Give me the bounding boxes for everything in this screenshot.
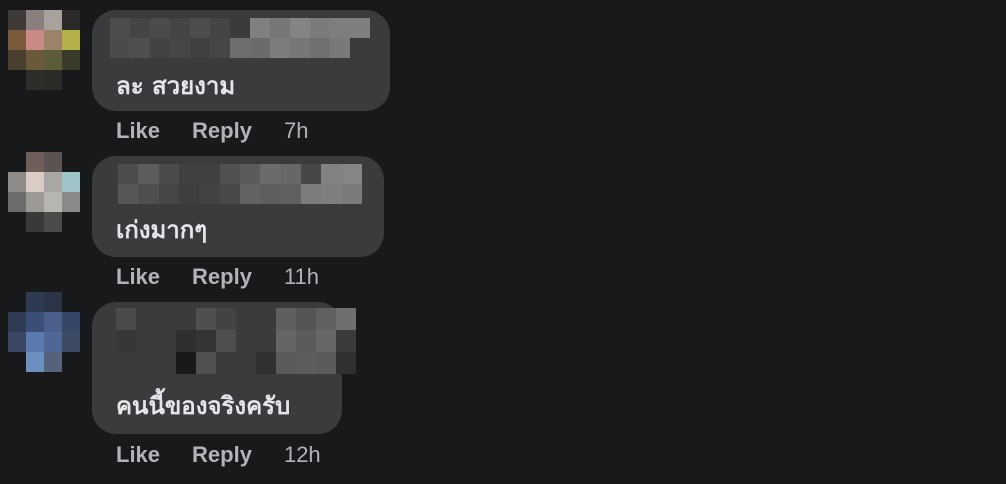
author-name-redacted[interactable] [116,308,356,374]
comment-text: ละ สวยงาม [116,72,236,100]
like-button[interactable]: Like [116,442,160,468]
comment-actions: Like Reply 12h [116,441,321,469]
author-name-redacted[interactable] [110,18,370,58]
like-button[interactable]: Like [116,264,160,290]
comment-actions: Like Reply 11h [116,263,319,291]
comment-actions: Like Reply 7h [116,117,308,145]
timestamp[interactable]: 7h [284,118,308,144]
timestamp[interactable]: 11h [284,264,319,290]
avatar[interactable] [8,152,80,232]
comment-text: เก่งมากๆ [116,216,208,244]
comment-bubble: ละ สวยงาม [92,10,390,111]
like-button[interactable]: Like [116,118,160,144]
comment-bubble: คนนี้ของจริงครับ [92,302,356,434]
timestamp[interactable]: 12h [284,442,321,468]
author-name-redacted[interactable] [118,164,362,204]
comments-panel: ละ สวยงาม Like Reply 7h เก่งมากๆ Like Re… [0,0,1006,484]
avatar[interactable] [8,292,80,372]
reply-button[interactable]: Reply [192,264,252,290]
reply-button[interactable]: Reply [192,118,252,144]
comment-text: คนนี้ของจริงครับ [116,392,291,420]
reply-button[interactable]: Reply [192,442,252,468]
comment-bubble: เก่งมากๆ [92,156,384,257]
avatar[interactable] [8,10,80,90]
